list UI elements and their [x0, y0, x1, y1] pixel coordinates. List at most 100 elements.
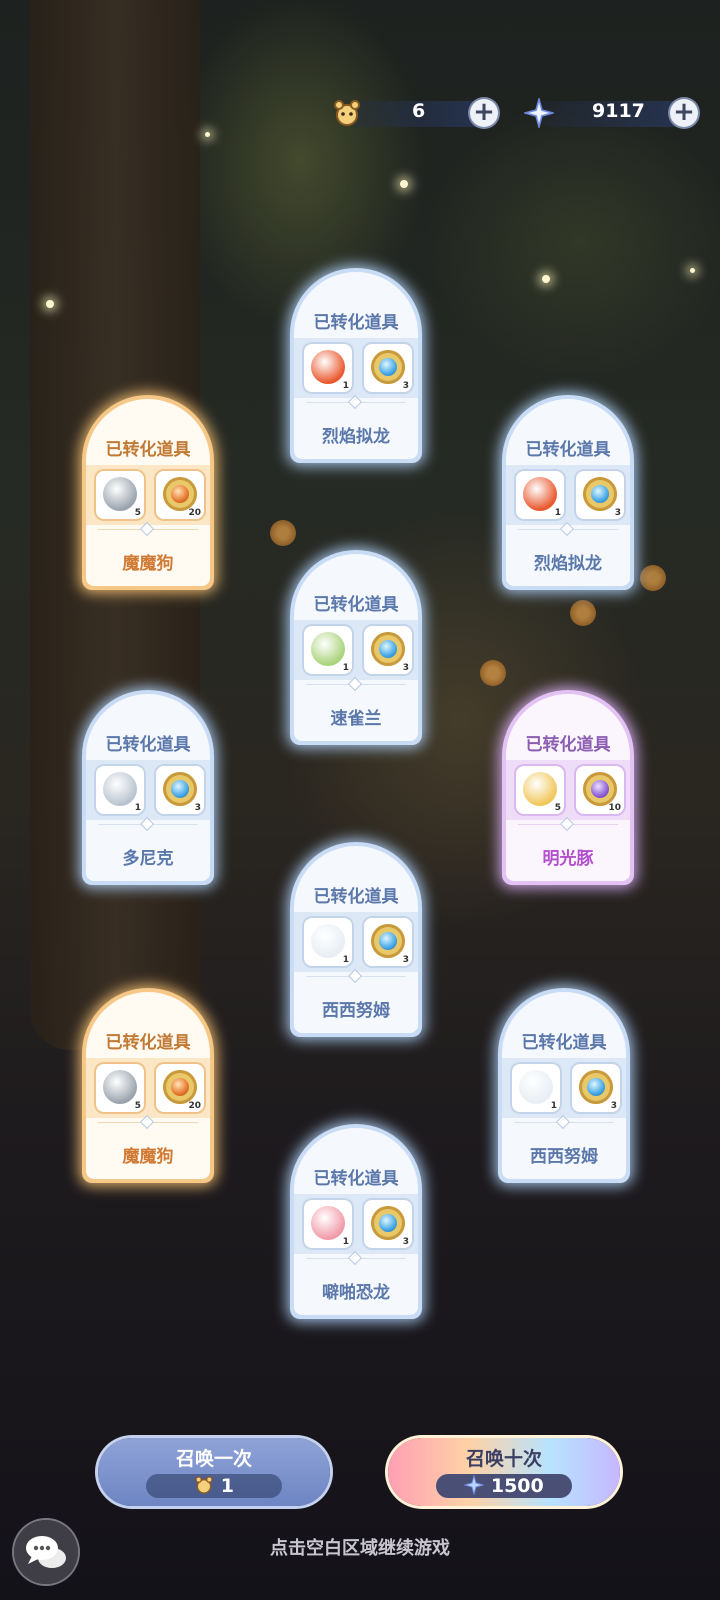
orange-badge-icon	[163, 477, 197, 511]
card-title: 已转化道具	[525, 440, 611, 460]
firefly-sparkle	[400, 180, 408, 188]
item-slot[interactable]: 3	[364, 1200, 412, 1248]
card-title: 已转化道具	[105, 440, 191, 460]
card-body: 已转化道具 1 3 噼啪恐龙	[294, 1128, 418, 1315]
pet-name: 魔魔狗	[122, 1147, 174, 1167]
item-slot[interactable]: 1	[96, 766, 144, 814]
item-slot[interactable]: 3	[576, 471, 624, 519]
continue-hint: 点击空白区域继续游戏	[270, 1538, 450, 1559]
item-count: 1	[550, 1101, 557, 1111]
converted-item-card[interactable]: 已转化道具 5 20 魔魔狗	[82, 395, 214, 590]
item-slot[interactable]: 5	[96, 471, 144, 519]
bird-sprite-icon	[311, 632, 345, 666]
fire-dragon-icon	[311, 350, 345, 384]
crystal-star-icon	[522, 96, 556, 130]
item-slot[interactable]: 1	[304, 1200, 352, 1248]
card-body: 已转化道具 1 3 西西努姆	[502, 992, 626, 1179]
item-slot[interactable]: 20	[156, 471, 204, 519]
card-title: 已转化道具	[313, 887, 399, 907]
item-count: 3	[402, 663, 409, 673]
star-count: 9117	[592, 100, 645, 122]
item-slot[interactable]: 1	[304, 918, 352, 966]
item-count: 20	[188, 508, 201, 518]
item-count: 3	[194, 803, 201, 813]
gray-sprite-icon	[103, 772, 137, 806]
pet-name: 明光豚	[542, 849, 594, 869]
summon-once-label: 召唤一次	[175, 1448, 252, 1470]
converted-item-card[interactable]: 已转化道具 1 3 西西努姆	[498, 988, 630, 1183]
item-slot[interactable]: 1	[516, 471, 564, 519]
converted-item-card[interactable]: 已转化道具 1 3 多尼克	[82, 690, 214, 885]
blue-badge-icon	[163, 772, 197, 806]
card-body: 已转化道具 5 20 魔魔狗	[86, 399, 210, 586]
item-slot[interactable]: 5	[96, 1064, 144, 1112]
summon-ten-button[interactable]: 召唤十次 1500	[388, 1438, 620, 1506]
item-slot[interactable]: 3	[572, 1064, 620, 1112]
item-count: 10	[608, 803, 621, 813]
card-body: 已转化道具 1 3 烈焰拟龙	[294, 272, 418, 459]
converted-item-card[interactable]: 已转化道具 5 10 明光豚	[502, 690, 634, 885]
converted-item-card[interactable]: 已转化道具 1 3 速雀兰	[290, 550, 422, 745]
item-slot[interactable]: 1	[304, 344, 352, 392]
pet-name: 西西努姆	[530, 1147, 598, 1167]
summon-once-cost: 1	[146, 1474, 282, 1498]
divider-diamond	[561, 818, 573, 830]
converted-item-card[interactable]: 已转化道具 1 3 烈焰拟龙	[502, 395, 634, 590]
summon-ten-cost-value: 1500	[490, 1475, 544, 1497]
divider-diamond	[349, 1252, 361, 1264]
card-body: 已转化道具 1 3 速雀兰	[294, 554, 418, 741]
item-slot[interactable]: 3	[156, 766, 204, 814]
ticket-count: 6	[412, 100, 426, 122]
pet-name: 西西努姆	[322, 1001, 390, 1021]
add-ticket-button[interactable]: +	[470, 99, 498, 127]
blue-badge-icon	[579, 1070, 613, 1104]
item-slot[interactable]: 10	[576, 766, 624, 814]
pink-dino-icon	[311, 1206, 345, 1240]
pet-name: 多尼克	[122, 849, 174, 869]
converted-item-card[interactable]: 已转化道具 1 3 西西努姆	[290, 842, 422, 1037]
add-star-button[interactable]: +	[670, 99, 698, 127]
pet-name: 烈焰拟龙	[534, 554, 602, 574]
summon-once-cost-value: 1	[220, 1475, 234, 1497]
light-pig-icon	[523, 772, 557, 806]
converted-item-card[interactable]: 已转化道具 1 3 噼啪恐龙	[290, 1124, 422, 1319]
hamster-ticket-icon	[332, 98, 362, 128]
item-count: 3	[614, 508, 621, 518]
blue-badge-icon	[371, 632, 405, 666]
item-slot[interactable]: 1	[512, 1064, 560, 1112]
item-slot[interactable]: 3	[364, 344, 412, 392]
divider-diamond	[349, 678, 361, 690]
converted-item-card[interactable]: 已转化道具 5 20 魔魔狗	[82, 988, 214, 1183]
card-title: 已转化道具	[313, 313, 399, 333]
card-body: 已转化道具 5 20 魔魔狗	[86, 992, 210, 1179]
pet-name: 速雀兰	[330, 709, 382, 729]
blue-badge-icon	[371, 924, 405, 958]
flower-decoration	[640, 565, 666, 591]
card-title: 已转化道具	[105, 1033, 191, 1053]
blue-badge-icon	[371, 350, 405, 384]
item-count: 5	[134, 508, 141, 518]
summon-once-button[interactable]: 召唤一次 1	[98, 1438, 330, 1506]
divider-diamond	[349, 970, 361, 982]
item-count: 3	[402, 955, 409, 965]
divider-diamond	[141, 523, 153, 535]
fire-dragon-icon	[523, 477, 557, 511]
divider-diamond	[561, 523, 573, 535]
card-title: 已转化道具	[525, 735, 611, 755]
firefly-sparkle	[46, 300, 54, 308]
star-counter: 9117 +	[522, 96, 700, 130]
card-body: 已转化道具 5 10 明光豚	[506, 694, 630, 881]
item-slot[interactable]: 5	[516, 766, 564, 814]
converted-item-card[interactable]: 已转化道具 1 3 烈焰拟龙	[290, 268, 422, 463]
card-body: 已转化道具 1 3 西西努姆	[294, 846, 418, 1033]
robot-dog-icon	[103, 1070, 137, 1104]
orange-badge-icon	[163, 1070, 197, 1104]
item-slot[interactable]: 3	[364, 918, 412, 966]
item-slot[interactable]: 20	[156, 1064, 204, 1112]
firefly-sparkle	[690, 268, 695, 273]
card-body: 已转化道具 1 3 烈焰拟龙	[506, 399, 630, 586]
item-slot[interactable]: 3	[364, 626, 412, 674]
item-count: 1	[342, 955, 349, 965]
flower-decoration	[570, 600, 596, 626]
item-slot[interactable]: 1	[304, 626, 352, 674]
